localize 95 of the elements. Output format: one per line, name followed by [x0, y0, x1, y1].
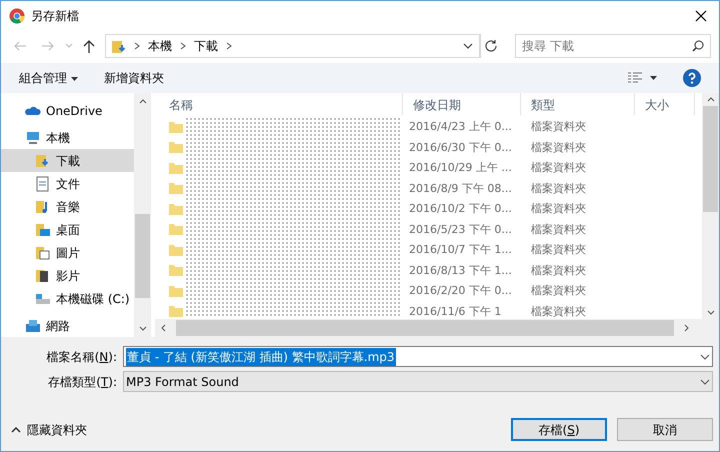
back-arrow-icon — [13, 40, 27, 51]
refresh-icon — [485, 40, 497, 52]
chevron-up-icon — [11, 426, 21, 432]
download-folder-icon — [35, 152, 51, 168]
folder-icon — [169, 141, 183, 154]
table-cell-text: 檔案資料夾 — [530, 119, 586, 135]
chevron-down-icon — [463, 43, 473, 49]
folder-icon — [169, 120, 183, 133]
search-field[interactable]: 搜尋 下載 — [515, 34, 711, 58]
up-arrow-icon — [83, 38, 95, 53]
folder-icon — [169, 244, 183, 256]
chevron-down-icon — [138, 326, 146, 331]
table-cell-text: 2016/8/9 下午 08... — [408, 180, 513, 196]
sidebar-item[interactable]: 桌面 — [1, 218, 134, 241]
help-button[interactable] — [683, 68, 701, 88]
chevron-down-icon — [65, 43, 73, 49]
browser-logo-icon — [9, 8, 25, 24]
table-cell-text: 2016/10/7 下午 1... — [408, 242, 513, 258]
pictures-folder-icon — [35, 244, 51, 260]
folder-icon — [169, 223, 183, 236]
field-label: 檔案名稱(N): — [46, 348, 117, 366]
close-icon — [695, 10, 707, 22]
table-cell-text: 檔案資料夾 — [530, 304, 586, 319]
folder-icon — [169, 202, 183, 215]
desktop-folder-icon — [35, 222, 51, 238]
chevron-right-icon — [226, 42, 232, 50]
hide-folders-button[interactable]: 隱藏資料夾 — [11, 420, 87, 438]
sidebar-item[interactable]: 文件 — [1, 172, 134, 195]
save-button[interactable]: 存檔(S) — [511, 418, 607, 441]
help-icon — [683, 69, 701, 88]
window-title: 另存新檔 — [31, 8, 79, 25]
caret-icon — [650, 76, 657, 80]
sidebar-item[interactable]: 網路 — [1, 314, 134, 337]
video-folder-icon — [35, 268, 51, 284]
forward-arrow-icon — [41, 40, 55, 51]
folder-icon — [169, 284, 183, 297]
sidebar-item[interactable]: 下載 — [1, 149, 134, 172]
table-cell-text: 檔案資料夾 — [530, 160, 586, 176]
view-options-button[interactable] — [628, 72, 657, 84]
chevron-down-icon — [706, 310, 714, 315]
table-cell-text: 2016/11/6 下午 1 — [408, 304, 502, 319]
column-header[interactable]: 大小 — [635, 93, 695, 115]
sidebar-item[interactable]: OneDrive — [1, 99, 134, 122]
file-type-dropdown[interactable]: MP3 Format Sound — [123, 371, 713, 392]
table-cell-text: 2016/10/2 下午 0... — [408, 201, 513, 217]
chevron-up-icon — [706, 97, 714, 102]
table-cell-text: 2016/8/13 下午 1... — [408, 262, 513, 278]
table-cell-text: 檔案資料夾 — [530, 180, 586, 196]
breadcrumb-item[interactable]: 本機 — [148, 37, 172, 55]
scrollbar[interactable] — [155, 319, 719, 337]
table-cell-text: 檔案資料夾 — [530, 222, 586, 238]
breadcrumb-item[interactable]: 下載 — [194, 37, 218, 55]
table-cell-text: 2016/10/29 上午 ... — [408, 160, 513, 176]
chevron-down-icon — [700, 354, 710, 360]
folder-icon — [169, 182, 183, 194]
organize-menu-button[interactable]: 組合管理 — [19, 69, 78, 87]
chevron-right-icon — [134, 42, 140, 50]
document-icon — [35, 176, 51, 192]
chevron-right-icon — [180, 42, 186, 50]
search-icon — [692, 40, 704, 52]
table-cell-text: 2016/4/23 上午 0... — [408, 119, 513, 135]
sidebar-item[interactable]: 本機 — [1, 126, 134, 149]
column-header[interactable]: 類型 — [521, 93, 635, 115]
sidebar-item[interactable]: 圖片 — [1, 241, 134, 264]
table-cell-text: 檔案資料夾 — [530, 242, 586, 258]
chevron-down-icon — [700, 378, 710, 384]
table-cell-text: 檔案資料夾 — [530, 283, 586, 299]
folder-icon — [169, 162, 183, 174]
sidebar-item[interactable]: 影片 — [1, 264, 134, 287]
sidebar-item[interactable]: 本機磁碟 (C:) — [1, 287, 134, 310]
table-cell-text: 2016/5/23 下午 0... — [408, 222, 513, 238]
scrollbar[interactable] — [702, 93, 719, 319]
new-folder-button[interactable]: 新增資料夾 — [104, 69, 164, 87]
chevron-up-icon — [138, 99, 146, 104]
address-bar[interactable]: 本機 下載 — [105, 34, 480, 58]
field-label: 存檔類型(T): — [47, 374, 117, 390]
table-cell-text: 檔案資料夾 — [530, 262, 586, 278]
download-folder-icon — [112, 39, 126, 53]
table-cell-text: 檔案資料夾 — [530, 201, 586, 217]
sidebar-item[interactable]: 音樂 — [1, 195, 134, 218]
chevron-left-icon — [161, 324, 166, 332]
table-cell-text: 2016/2/20 下午 0... — [408, 283, 513, 299]
column-header[interactable]: 修改日期 — [403, 93, 521, 115]
caret-icon — [70, 76, 78, 81]
computer-icon — [25, 130, 41, 146]
table-cell-text: 檔案資料夾 — [530, 140, 586, 156]
folder-icon — [169, 264, 183, 276]
scrollbar[interactable] — [134, 93, 151, 337]
table-cell-text: 2016/6/30 下午 0... — [408, 140, 513, 156]
network-icon — [25, 318, 41, 334]
details-view-icon — [628, 72, 642, 84]
chevron-right-icon — [684, 324, 689, 332]
cancel-button[interactable]: 取消 — [617, 418, 713, 441]
filename-field[interactable]: 董貞 - 了結 (新笑傲江湖 插曲) 繁中歌詞字幕.mp3 — [123, 346, 713, 367]
column-header[interactable]: 名稱 — [155, 93, 403, 115]
